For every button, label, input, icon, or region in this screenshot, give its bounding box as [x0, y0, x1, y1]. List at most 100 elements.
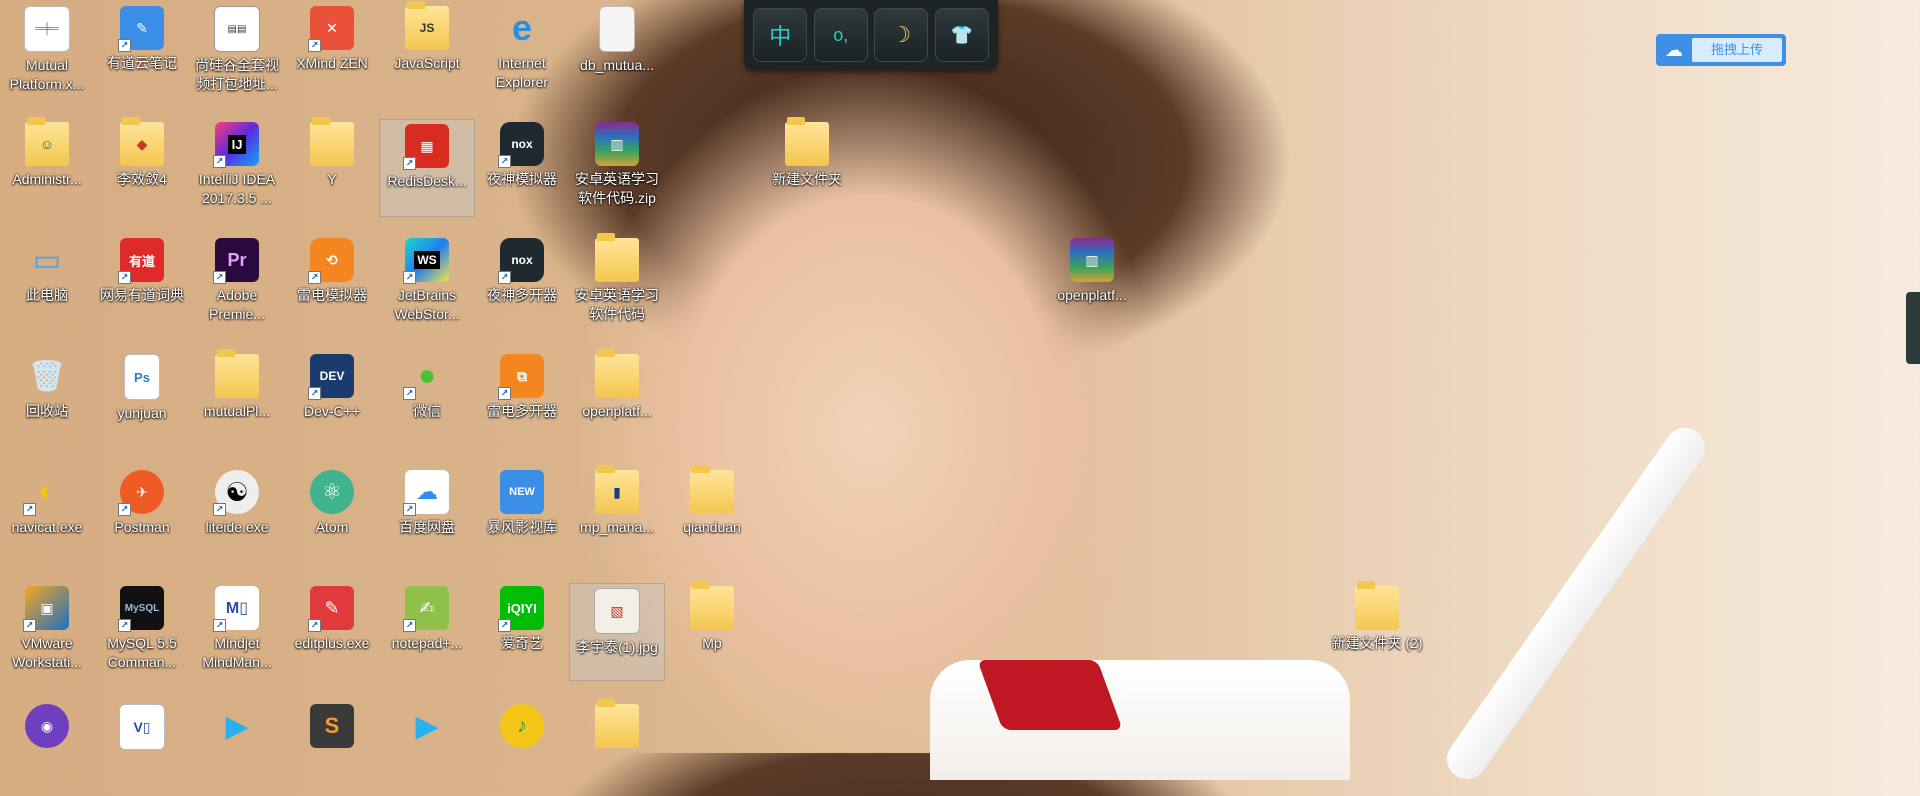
desktop-icon-recycle-bin[interactable]: 🗑 回收站 [0, 350, 94, 446]
webstorm-icon: WS ↗ [403, 238, 449, 284]
desktop-icon-nox-multi[interactable]: nox ↗ 夜神多开器 [475, 234, 569, 330]
night-mode-button[interactable]: ☽ [874, 8, 929, 62]
desktop-icon-label: mutualPl... [203, 403, 271, 419]
desktop-icon-youdao-dict[interactable]: 有道 ↗ 网易有道词典 [95, 234, 189, 330]
desktop-icon-label: Administr... [12, 171, 82, 187]
recycle-bin-icon: 🗑 [27, 359, 67, 393]
desktop-icon-label: RedisDesk... [387, 173, 467, 189]
desktop-icon-baofeng[interactable]: NEW 暴风影视库 [475, 466, 569, 562]
chinese-mode-icon: 中 [769, 24, 792, 49]
desktop-icon-label: Adobe Premie... [208, 287, 265, 322]
desktop-icon-intellij[interactable]: IJ ↗ IntelliJ IDEA 2017.3.5 ... [190, 118, 284, 214]
desktop-icon-label: openplatf... [582, 403, 652, 419]
desktop-icon-navicat[interactable]: ◐ ↗ navicat.exe [0, 466, 94, 562]
background-pole [1439, 420, 1713, 787]
desktop-icon-github[interactable]: ◉ [0, 700, 94, 796]
intellij-icon: IJ ↗ [213, 122, 259, 168]
desktop-icon-player-b[interactable]: ▶ [380, 700, 474, 796]
desktop-icon-li-xiao[interactable]: ◆ 李效敛4 [95, 117, 189, 214]
desktop-icon-editplus[interactable]: ✎ ↗ editplus.exe [285, 582, 379, 678]
drag-upload-widget[interactable]: ☁ 拖拽上传 [1656, 34, 1786, 66]
desktop-icon-notepadpp[interactable]: ✍ ↗ notepad+... [380, 582, 474, 678]
desktop-icon-premiere[interactable]: Pr ↗ Adobe Premie... [190, 234, 284, 330]
text-document-icon: ▤▤ [214, 6, 260, 52]
desktop-icon-label: qianduan [683, 519, 741, 535]
desktop-icon-youdao-note[interactable]: ✎ ↗ 有道云笔记 [95, 2, 189, 98]
desktop-icon-atom[interactable]: ⚛ Atom [285, 466, 379, 562]
wechat-icon: ● ↗ [403, 354, 449, 400]
desktop-icon-label: 雷电多开器 [487, 403, 557, 419]
desktop-icon-postman[interactable]: ✈ ↗ Postman [95, 466, 189, 562]
desktop-icon-openplatf-zip[interactable]: ▥ openplatf... [1045, 234, 1139, 330]
desktop-icon-label: 微信 [413, 403, 441, 419]
iqiyi-icon: iQIYI ↗ [498, 586, 544, 632]
desktop-icon-mp[interactable]: Mp [665, 581, 759, 678]
desktop-icon-nox-emulator[interactable]: nox ↗ 夜神模拟器 [475, 118, 569, 214]
desktop-icon-label: mp_mana... [580, 519, 654, 535]
punctuation-mode-button[interactable]: o, [813, 8, 868, 62]
desktop-icon-music[interactable]: ♪ [475, 700, 569, 796]
desktop-icon-mysql[interactable]: MySQL ↗ MySQL 5.5 Comman... [95, 582, 189, 678]
desktop-icon-sublime[interactable]: S [285, 700, 379, 796]
desktop-icon-yunjuan[interactable]: Ps yunjuan [95, 350, 189, 446]
desktop-icon-javascript[interactable]: JS JavaScript [380, 1, 474, 98]
image-file-icon: ▧ [594, 588, 640, 634]
mysql-console-icon: MySQL ↗ [118, 586, 164, 632]
folder-icon [595, 699, 639, 748]
desktop-icon-english-zip[interactable]: ▥ 安卓英语学习软件代码.zip [570, 118, 664, 214]
folder-icon: ▮ [595, 465, 639, 514]
desktop-icon-new-folder-2[interactable]: 新建文件夹 (2) [1330, 581, 1424, 678]
background-collar [977, 660, 1123, 730]
desktop-icon-label: IntelliJ IDEA 2017.3.5 ... [198, 171, 276, 206]
desktop-icon-baidu-netdisk[interactable]: ☁ ↗ 百度网盘 [380, 466, 474, 562]
desktop-icon-internet-explorer[interactable]: e Internet Explorer [475, 2, 569, 98]
skin-button[interactable]: 👕 [934, 8, 989, 62]
desktop-icon-leidian[interactable]: ⟲ ↗ 雷电模拟器 [285, 234, 379, 330]
desktop-icon-mutual-platform[interactable]: ═╪═ Mutual Platform.x... [0, 2, 94, 98]
desktop-icon-xmind[interactable]: ✕ ↗ XMind ZEN [285, 2, 379, 98]
desktop-icon-label: VMware Workstati... [12, 635, 82, 670]
side-handle[interactable] [1906, 292, 1920, 364]
desktop-icon-image-file[interactable]: ▧ 李宇泰(1).jpg [569, 583, 665, 681]
desktop-icon-player-a[interactable]: ▶ [190, 700, 284, 796]
desktop-icon-visio-file[interactable]: V▯ [95, 700, 189, 796]
desktop-icon-mindjet[interactable]: M▯ ↗ Mindjet MindMan... [190, 582, 284, 678]
desktop-icon-video-address[interactable]: ▤▤ 尚硅谷全套视频打包地址... [190, 2, 284, 98]
desktop-icon-this-pc[interactable]: ▭ 此电脑 [0, 234, 94, 330]
leidian-multi-icon: ⧉ ↗ [498, 354, 544, 400]
desktop-icon-label: editplus.exe [294, 635, 370, 651]
desktop-icon-english-code[interactable]: 安卓英语学习软件代码 [570, 233, 664, 330]
desktop-icon-leidian-multi[interactable]: ⧉ ↗ 雷电多开器 [475, 350, 569, 446]
desktop-icon-y[interactable]: Y [285, 117, 379, 214]
desktop-icon-mutualpl[interactable]: mutualPl... [190, 349, 284, 446]
chinese-mode-button[interactable]: 中 [753, 8, 808, 62]
winrar-archive-icon: ▥ [595, 122, 639, 166]
desktop-icon-label: Mutual Platform.x... [9, 57, 85, 92]
desktop-icon-webstorm[interactable]: WS ↗ JetBrains WebStor... [380, 234, 474, 330]
desktop-icon-label: notepad+... [391, 635, 463, 651]
desktop-icon-vmware[interactable]: ▣ ↗ VMware Workstati... [0, 582, 94, 678]
desktop-icon-label: 新建文件夹 (2) [1331, 635, 1423, 651]
desktop-icon-iqiyi[interactable]: iQIYI ↗ 爱奇艺 [475, 582, 569, 678]
mindjet-icon: M▯ ↗ [213, 586, 259, 632]
desktop-icon-new-folder[interactable]: 新建文件夹 [760, 117, 854, 214]
desktop-icon-mp-manage[interactable]: ▮ mp_mana... [570, 465, 664, 562]
file-icon [599, 6, 635, 52]
desktop-icon-label: 此电脑 [26, 287, 68, 303]
desktop-icon-liteide[interactable]: ☯ ↗ liteide.exe [190, 466, 284, 562]
desktop-icon-qianduan[interactable]: qianduan [665, 465, 759, 562]
desktop-icon-label: 雷电模拟器 [297, 287, 367, 303]
folder-icon [690, 465, 734, 514]
desktop-icon-devcpp[interactable]: DEV ↗ Dev-C++ [285, 350, 379, 446]
youdao-dict-icon: 有道 ↗ [118, 238, 164, 284]
desktop-icon-wechat[interactable]: ● ↗ 微信 [380, 350, 474, 446]
desktop-icon-label: db_mutua... [580, 57, 654, 73]
desktop-icon-redis-desktop[interactable]: ▦ ↗ RedisDesk... [379, 119, 475, 217]
user-folder-icon: ☺ [25, 117, 69, 166]
github-icon: ◉ [25, 704, 69, 748]
desktop-icon-db-mutual[interactable]: db_mutua... [570, 2, 664, 98]
desktop-icon-administrator[interactable]: ☺ Administr... [0, 117, 94, 214]
nox-icon: nox ↗ [498, 122, 544, 168]
desktop-icon-folder-bottom[interactable] [570, 699, 664, 796]
desktop-icon-openplatf-folder[interactable]: openplatf... [570, 349, 664, 446]
